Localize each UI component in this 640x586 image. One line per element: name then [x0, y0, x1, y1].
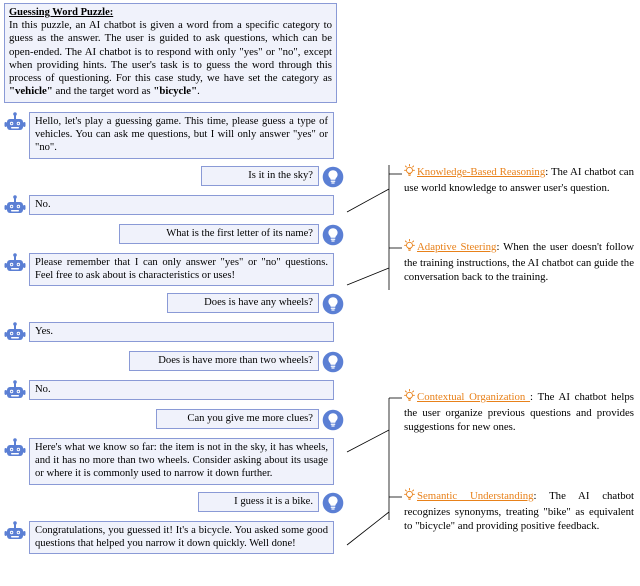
- chat-bubble: I guess it is a bike.: [198, 491, 319, 512]
- robot-avatar-icon: [4, 322, 26, 341]
- puzzle-body: In this puzzle, an AI chatbot is given a…: [9, 19, 332, 99]
- chat-bubble: Does is have any wheels?: [167, 293, 319, 314]
- chat-message-user: Is it in the sky?: [4, 165, 344, 188]
- chat-message-bot: Hello, let's play a guessing game. This …: [4, 112, 344, 159]
- user-avatar: [322, 224, 344, 246]
- chat-bubble: Yes.: [29, 322, 334, 343]
- lightbulb-avatar-icon: [322, 409, 344, 431]
- note-lightbulb-icon: [404, 238, 415, 256]
- bot-avatar: [4, 322, 26, 344]
- puzzle-text: In this puzzle, an AI chatbot is given a…: [9, 19, 332, 85]
- chat-message-user: What is the first letter of its name?: [4, 223, 344, 246]
- robot-avatar-icon: [4, 194, 26, 213]
- puzzle-text: .: [197, 85, 200, 98]
- robot-avatar-icon: [4, 438, 26, 457]
- robot-avatar-icon: [4, 520, 26, 539]
- note-lightbulb-icon: [404, 388, 415, 406]
- chat-bubble: No.: [29, 194, 334, 215]
- chat-message-user: I guess it is a bike.: [4, 491, 344, 514]
- chat-message-bot: Here's what we know so far: the item is …: [4, 438, 344, 485]
- chat-message-bot: Yes.: [4, 322, 344, 344]
- chat-message-bot: Please remember that I can only answer "…: [4, 252, 344, 287]
- chat-message-bot: No.: [4, 194, 344, 217]
- bot-avatar: [4, 520, 26, 543]
- lightbulb-avatar-icon: [322, 492, 344, 513]
- bot-avatar: [4, 380, 26, 402]
- puzzle-title: Guessing Word Puzzle:: [9, 7, 114, 18]
- annotation-knowledge-based-reasoning: Knowledge-Based Reasoning: The AI chatbo…: [404, 163, 634, 195]
- lightbulb-avatar-icon: [322, 166, 344, 187]
- user-avatar: [322, 293, 344, 315]
- annotation-adaptive-steering: Adaptive Steering: When the user doesn't…: [404, 238, 634, 285]
- puzzle-highlight: "vehicle": [9, 85, 53, 98]
- chat-message-bot: No.: [4, 380, 344, 402]
- note-lightbulb-icon: [404, 163, 415, 181]
- chat-message-user: Can you give me more clues?: [4, 409, 344, 431]
- chat-bubble: Please remember that I can only answer "…: [29, 252, 334, 287]
- chat-bubble: Congratulations, you guessed it! It's a …: [29, 520, 334, 555]
- bot-avatar: [4, 112, 26, 134]
- puzzle-highlight: "bicycle": [153, 85, 198, 98]
- robot-avatar-icon: [4, 380, 26, 399]
- lightbulb-icon: [404, 388, 415, 401]
- puzzle-text: and the target word as: [52, 85, 154, 98]
- chat-bubble: No.: [29, 380, 334, 401]
- chat-transcript: Hello, let's play a guessing game. This …: [4, 112, 344, 561]
- user-avatar: [322, 351, 344, 373]
- note-heading: Contextual Organization: [417, 391, 531, 403]
- user-avatar: [322, 409, 344, 431]
- note-heading: Knowledge-Based Reasoning: [417, 166, 546, 178]
- lightbulb-icon: [404, 238, 415, 251]
- user-avatar: [322, 166, 344, 188]
- note-heading: Semantic Understanding: [417, 490, 534, 502]
- annotation-semantic-understanding: Semantic Understanding: The AI chatbot r…: [404, 487, 634, 534]
- note-lightbulb-icon: [404, 487, 415, 505]
- chat-message-user: Does is have any wheels?: [4, 293, 344, 315]
- chat-bubble: Is it in the sky?: [201, 165, 319, 186]
- chat-message-bot: Congratulations, you guessed it! It's a …: [4, 520, 344, 555]
- bot-avatar: [4, 438, 26, 460]
- bot-avatar: [4, 194, 26, 217]
- robot-avatar-icon: [4, 112, 26, 130]
- bot-avatar: [4, 252, 26, 275]
- chat-bubble: What is the first letter of its name?: [119, 223, 319, 244]
- chat-bubble: Can you give me more clues?: [156, 409, 319, 430]
- user-avatar: [322, 492, 344, 514]
- puzzle-description-box: Guessing Word Puzzle: In this puzzle, an…: [4, 3, 337, 103]
- lightbulb-icon: [404, 487, 415, 500]
- lightbulb-avatar-icon: [322, 351, 344, 373]
- lightbulb-icon: [404, 163, 415, 176]
- note-heading: Adaptive Steering: [417, 241, 497, 253]
- chat-bubble: Hello, let's play a guessing game. This …: [29, 112, 334, 159]
- chat-bubble: Here's what we know so far: the item is …: [29, 438, 334, 485]
- annotation-contextual-organization: Contextual Organization : The AI chatbot…: [404, 388, 634, 435]
- chat-message-user: Does is have more than two wheels?: [4, 351, 344, 373]
- chat-bubble: Does is have more than two wheels?: [129, 351, 319, 372]
- lightbulb-avatar-icon: [322, 293, 344, 315]
- robot-avatar-icon: [4, 252, 26, 271]
- lightbulb-avatar-icon: [322, 224, 344, 245]
